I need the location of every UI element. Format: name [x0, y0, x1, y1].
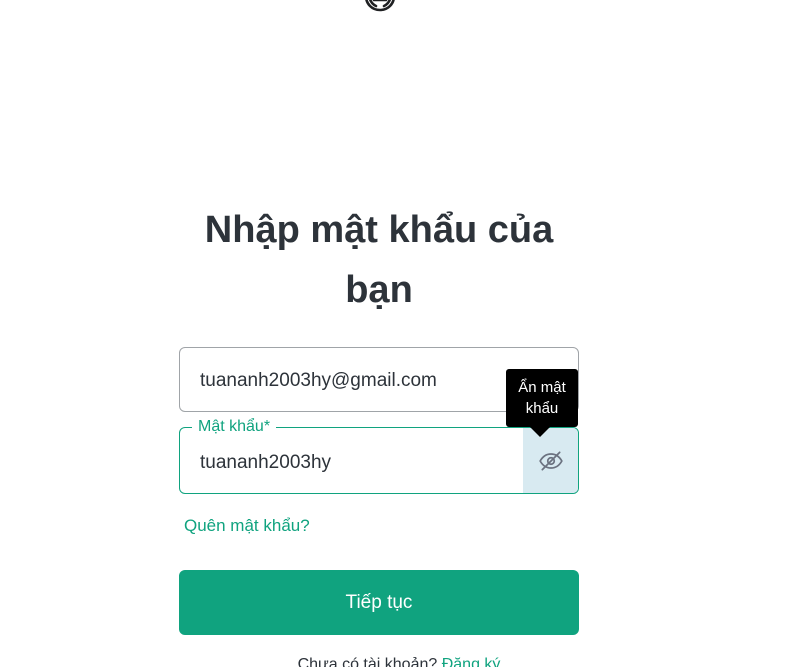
eye-off-icon: [538, 450, 563, 471]
signup-link[interactable]: Đăng ký: [442, 656, 501, 667]
password-label: Mật khẩu*: [192, 416, 277, 438]
signup-row: Chưa có tài khoản? Đăng ký: [0, 656, 798, 667]
tooltip-arrow: [530, 427, 550, 437]
forgot-password-link[interactable]: Quên mật khẩu?: [184, 516, 310, 536]
continue-button[interactable]: Tiếp tục: [179, 570, 579, 635]
openai-logo-icon: [365, 0, 395, 12]
tooltip-line2: khẩu: [525, 400, 559, 417]
signup-prompt: Chưa có tài khoản?: [297, 656, 438, 667]
page-title-line1: Nhập mật khẩu của: [204, 209, 554, 251]
toggle-password-visibility-button[interactable]: [523, 428, 578, 493]
page-title: Nhập mật khẩu của bạn: [179, 200, 579, 320]
password-value[interactable]: tuananh2003hy: [200, 452, 331, 474]
hide-password-tooltip: Ẩn mật khẩu: [506, 369, 578, 427]
password-field[interactable]: Mật khẩu* tuananh2003hy: [179, 416, 579, 494]
page-title-line2: bạn: [345, 269, 413, 311]
tooltip-line1: Ẩn mật: [518, 379, 566, 396]
email-value: tuananh2003hy@gmail.com: [200, 370, 437, 391]
login-password-page: Nhập mật khẩu của bạn tuananh2003hy@gmai…: [0, 0, 798, 667]
